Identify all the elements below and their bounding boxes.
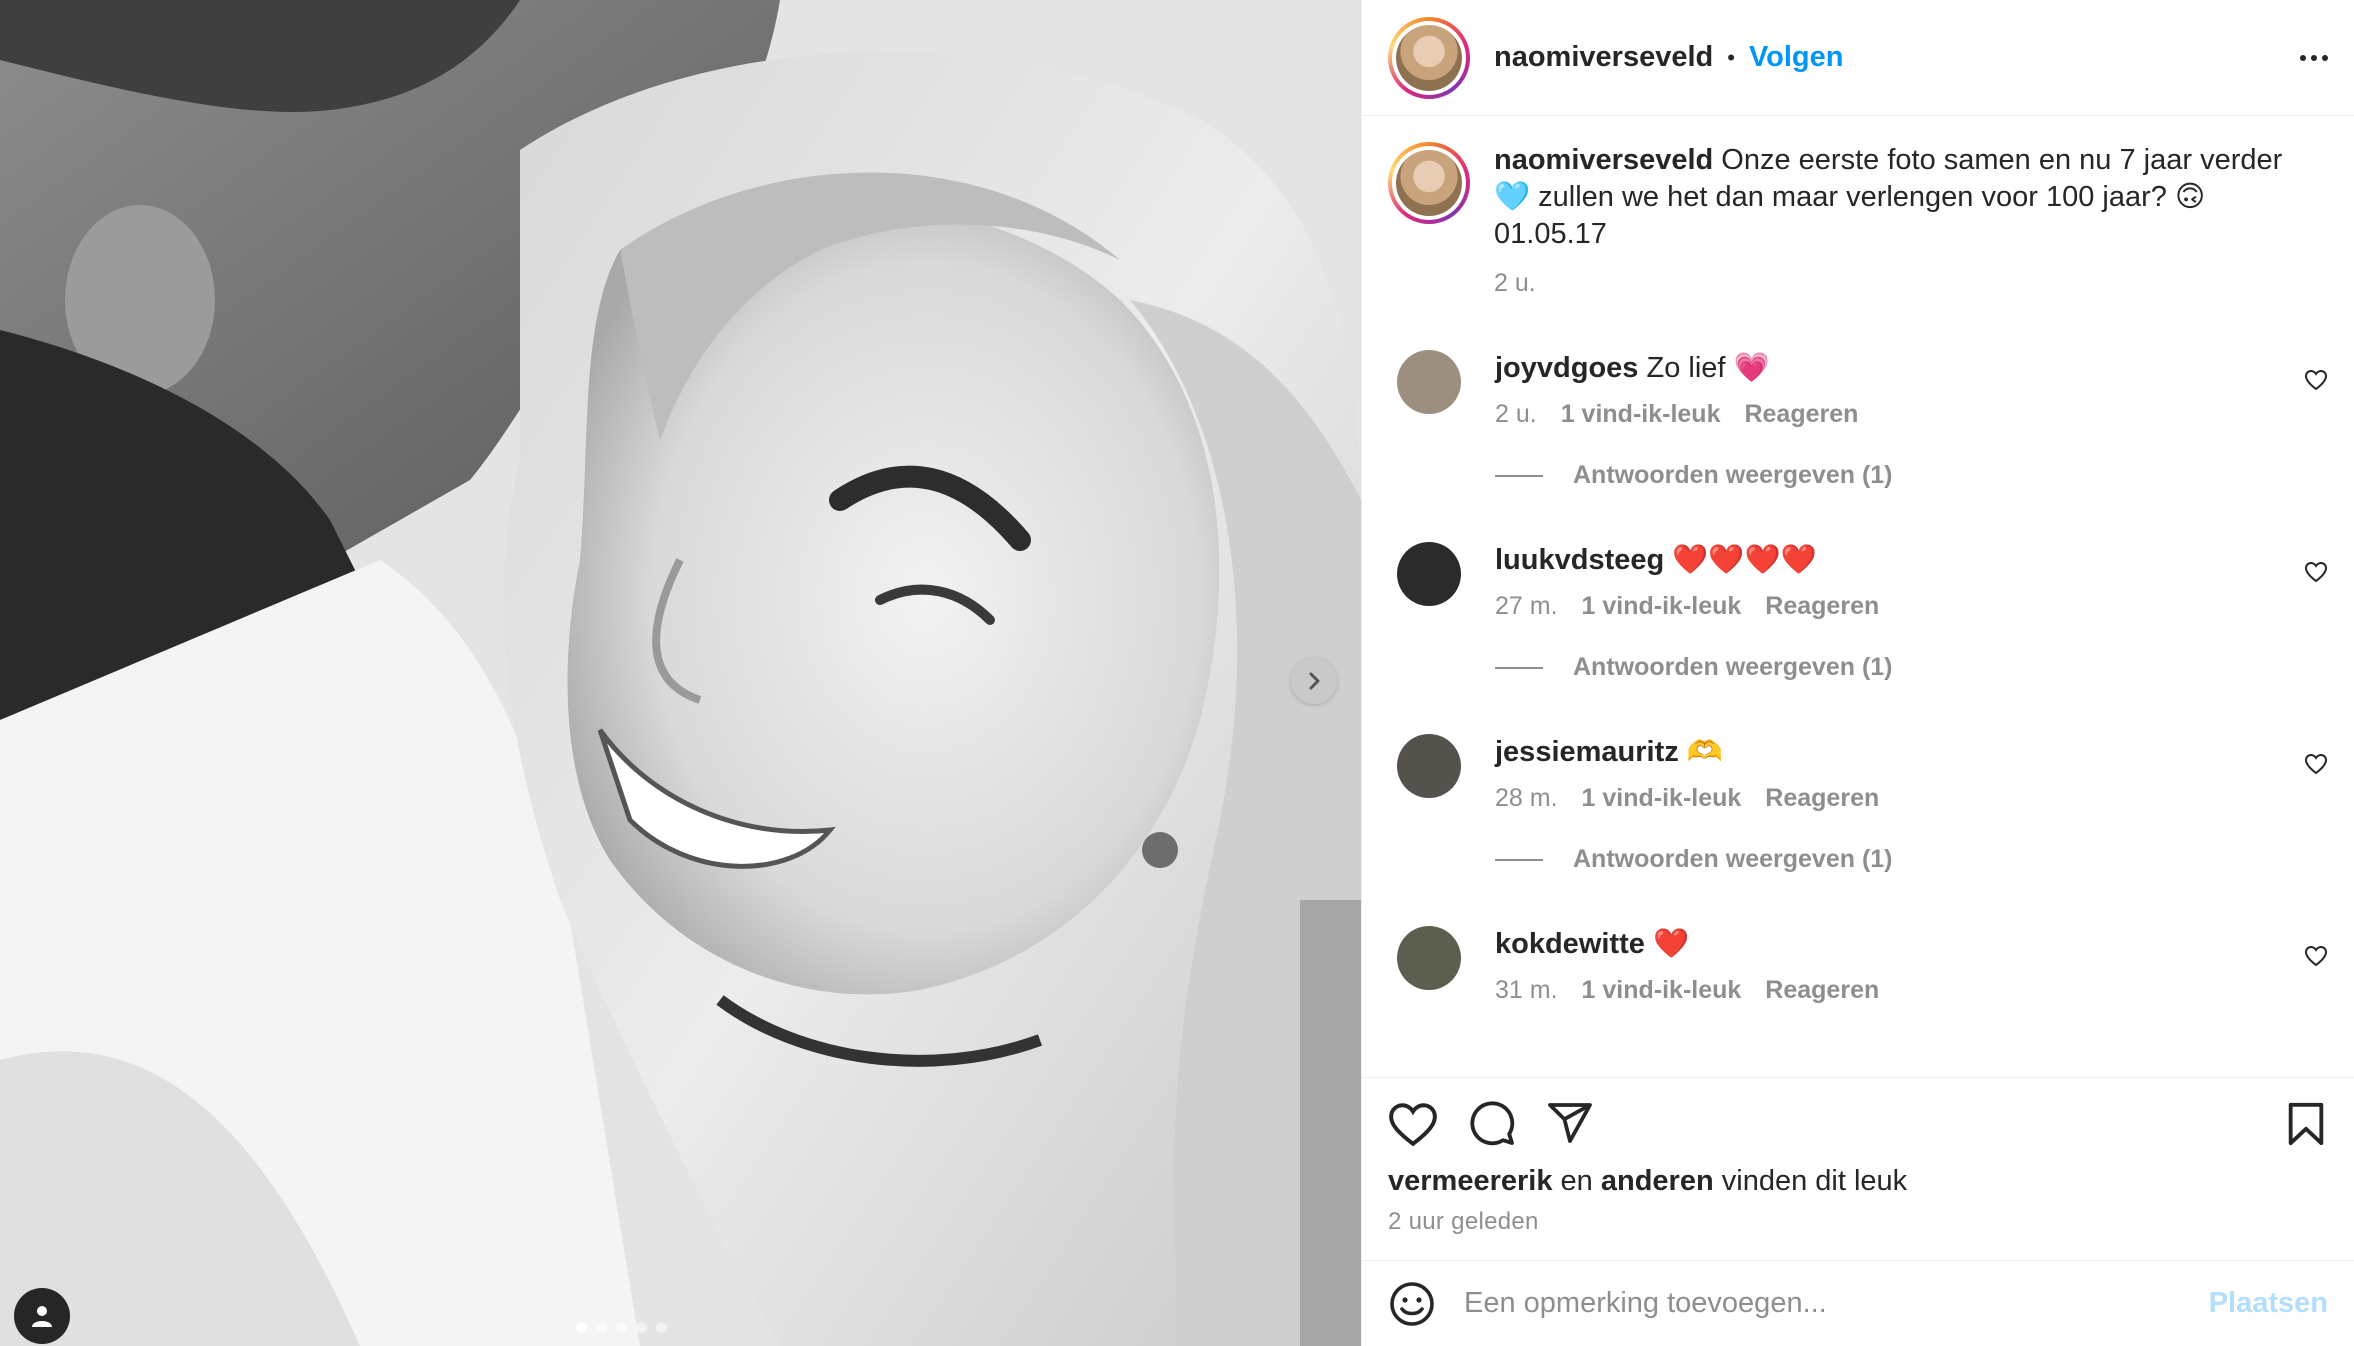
likes-suffix: vinden dit leuk (1721, 1165, 1908, 1197)
view-replies-label: Antwoorden weergeven (1) (1573, 653, 1893, 681)
carousel-dot (656, 1322, 667, 1333)
comment-avatar[interactable] (1397, 926, 1461, 990)
reply-button[interactable]: Reageren (1765, 592, 1879, 621)
comment-likes[interactable]: 1 vind-ik-leuk (1582, 976, 1742, 1005)
emoji-icon[interactable] (1388, 1280, 1436, 1328)
comment-text: ❤️ (1652, 928, 1690, 960)
comment-avatar[interactable] (1397, 542, 1461, 606)
comment-username[interactable]: luukvdsteeg (1495, 544, 1664, 576)
likes-summary: vermeererik en anderen vinden dit leuk (1362, 1147, 2354, 1198)
post-dialog: naomiverseveld • Volgen naomiverseveld O… (0, 0, 2354, 1346)
view-replies-label: Antwoorden weergeven (1) (1573, 461, 1893, 489)
comment-item: luukvdsteeg ❤️❤️❤️❤️ 27 m. 1 vind-ik-leu… (1388, 542, 2328, 621)
comment-avatar[interactable] (1397, 734, 1461, 798)
caption-username[interactable]: naomiverseveld (1494, 144, 1713, 176)
post-sidebar: naomiverseveld • Volgen naomiverseveld O… (1361, 0, 2354, 1346)
add-comment-bar: Plaatsen (1362, 1260, 2354, 1346)
liked-by-username[interactable]: vermeererik (1388, 1165, 1552, 1197)
photo-image (0, 0, 1361, 1346)
separator-dot: • (1727, 44, 1735, 70)
view-replies-label: Antwoorden weergeven (1) (1573, 845, 1893, 873)
caption-avatar[interactable] (1388, 142, 1470, 224)
comment-text: ❤️❤️❤️❤️ (1672, 544, 1817, 576)
comment-time[interactable]: 28 m. (1495, 784, 1558, 813)
comment-likes[interactable]: 1 vind-ik-leuk (1582, 592, 1742, 621)
caption-time[interactable]: 2 u. (1494, 269, 2294, 298)
reply-button[interactable]: Reageren (1765, 784, 1879, 813)
more-options-icon[interactable] (2300, 54, 2328, 61)
like-comment-heart-icon[interactable] (2304, 368, 2328, 392)
like-comment-heart-icon[interactable] (2304, 752, 2328, 776)
carousel-dot (636, 1322, 647, 1333)
like-comment-heart-icon[interactable] (2304, 560, 2328, 584)
comment-text: Zo lief 💗 (1646, 352, 1770, 384)
carousel-dot (576, 1322, 587, 1333)
comment-likes[interactable]: 1 vind-ik-leuk (1561, 400, 1721, 429)
comment-username[interactable]: kokdewitte (1495, 928, 1645, 960)
chevron-right-icon (1309, 672, 1320, 690)
comment-item: kokdewitte ❤️ 31 m. 1 vind-ik-leuk Reage… (1388, 926, 2328, 1005)
view-replies-button[interactable]: Antwoorden weergeven (1) (1495, 845, 2328, 874)
carousel-indicator (576, 1322, 667, 1333)
comment-item: joyvdgoes Zo lief 💗 2 u. 1 vind-ik-leuk … (1388, 350, 2328, 429)
author-username[interactable]: naomiverseveld (1494, 41, 1713, 74)
post-timestamp[interactable]: 2 uur geleden (1362, 1198, 2354, 1236)
post-caption: naomiverseveld Onze eerste foto samen en… (1388, 142, 2328, 298)
follow-button[interactable]: Volgen (1749, 41, 1844, 74)
comment-input[interactable] (1464, 1287, 2209, 1320)
likes-and: en (1560, 1165, 1593, 1197)
reply-button[interactable]: Reageren (1744, 400, 1858, 429)
comment-username[interactable]: jessiemauritz (1495, 736, 1679, 768)
save-bookmark-icon[interactable] (2284, 1101, 2328, 1147)
comment-bubble-icon[interactable] (1468, 1099, 1516, 1147)
view-replies-button[interactable]: Antwoorden weergeven (1) (1495, 653, 2328, 682)
post-photo[interactable] (0, 0, 1361, 1346)
comments-list[interactable]: naomiverseveld Onze eerste foto samen en… (1362, 116, 2354, 1077)
user-icon (32, 1306, 52, 1327)
tagged-users-button[interactable] (14, 1288, 70, 1344)
carousel-dot (616, 1322, 627, 1333)
like-heart-icon[interactable] (1388, 1101, 1438, 1147)
share-send-icon[interactable] (1546, 1099, 1594, 1147)
author-avatar[interactable] (1388, 16, 1470, 99)
post-actions (1362, 1077, 2354, 1147)
view-replies-button[interactable]: Antwoorden weergeven (1) (1495, 461, 2328, 490)
carousel-next-button[interactable] (1291, 658, 1337, 704)
reply-button[interactable]: Reageren (1765, 976, 1879, 1005)
comment-item: jessiemauritz 🫶 28 m. 1 vind-ik-leuk Rea… (1388, 734, 2328, 813)
comment-likes[interactable]: 1 vind-ik-leuk (1582, 784, 1742, 813)
comment-time[interactable]: 2 u. (1495, 400, 1537, 429)
post-comment-button[interactable]: Plaatsen (2209, 1287, 2328, 1320)
likes-others-link[interactable]: anderen (1601, 1165, 1714, 1197)
post-header: naomiverseveld • Volgen (1362, 0, 2354, 116)
comment-avatar[interactable] (1397, 350, 1461, 414)
comment-text: 🫶 (1686, 736, 1723, 768)
comment-time[interactable]: 27 m. (1495, 592, 1558, 621)
carousel-dot (596, 1322, 607, 1333)
comment-username[interactable]: joyvdgoes (1495, 352, 1638, 384)
like-comment-heart-icon[interactable] (2304, 944, 2328, 968)
comment-time[interactable]: 31 m. (1495, 976, 1558, 1005)
